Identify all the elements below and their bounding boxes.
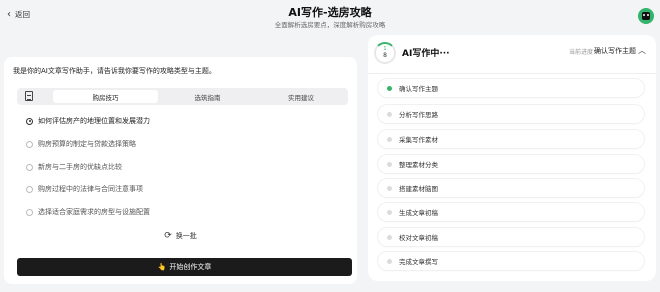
radio-icon [26, 185, 33, 193]
topic-option-label: 新房与二手房的优缺点比较 [38, 163, 122, 171]
top-bar: ‹ 返回 AI写作-选房攻略 全面解析选房要点，深度解析购房攻略 [0, 0, 660, 34]
step-label: 搭建素材脑图 [399, 185, 438, 193]
pointer-hand-icon: 👆 [157, 263, 167, 271]
step-item: 搭建素材脑图 [378, 179, 644, 197]
topic-option[interactable]: 购房过程中的法律与合同注意事项 [26, 184, 143, 194]
document-icon [25, 91, 33, 101]
step-label: 生成文章初稿 [399, 209, 438, 217]
step-label: 分析写作思路 [399, 111, 438, 119]
step-item: 校对文章初稿 [378, 228, 644, 246]
tab-purchase-tips[interactable]: 购房技巧 [53, 90, 158, 103]
step-dot-icon [387, 258, 392, 264]
step-label: 完成文章撰写 [399, 258, 438, 266]
step-dot-icon [387, 234, 392, 240]
radio-icon [26, 208, 33, 216]
topic-selection-card: 我是你的AI文章写作助手，请告诉我你要写作的攻略类型与主题。 购房技巧 选筑指南… [4, 57, 357, 284]
start-writing-button[interactable]: 👆 开始创作文章 [17, 258, 352, 276]
current-progress-value: 确认写作主题 [594, 47, 636, 55]
step-dot-icon [387, 111, 392, 117]
step-item: 分析写作思路 [378, 105, 644, 123]
topic-option[interactable]: 如何评估房产的地理位置和发展潜力 [26, 116, 150, 126]
page-title: AI写作-选房攻略 [288, 6, 372, 19]
topic-option-label: 购房预算的制定与贷款选择策略 [38, 140, 136, 148]
step-dot-icon [387, 209, 392, 215]
topic-option[interactable]: 选择适合家庭需求的房型与设施配置 [26, 207, 150, 217]
tab-practical-advice[interactable]: 实用建议 [257, 90, 345, 103]
progress-ring: 1 8 [374, 42, 396, 64]
writing-progress-panel: 1 8 AI写作中··· 当前进度： 确认写作主题 ︿ 确认写作主题 分析写作思… [368, 35, 656, 281]
step-label: 确认写作主题 [399, 85, 438, 93]
step-label: 整理素材分类 [399, 161, 438, 169]
step-dot-icon [387, 161, 392, 167]
topic-option-label: 选择适合家庭需求的房型与设施配置 [38, 208, 150, 216]
start-writing-label: 开始创作文章 [169, 263, 212, 271]
radio-icon [26, 163, 33, 171]
avatar[interactable] [638, 8, 654, 24]
panel-title: AI写作中··· [402, 49, 450, 59]
category-tabs: 购房技巧 选筑指南 实用建议 [17, 88, 348, 105]
topic-option[interactable]: 购房预算的制定与贷款选择策略 [26, 139, 136, 149]
step-item: 完成文章撰写 [378, 252, 644, 270]
page-subtitle: 全面解析选房要点，深度解析购房攻略 [274, 21, 386, 29]
refresh-button[interactable]: ⟳ 换一批 [4, 231, 357, 241]
refresh-icon: ⟳ [164, 231, 172, 241]
step-dot-icon [387, 136, 392, 142]
step-active-dot-icon [387, 85, 392, 91]
divider [368, 73, 656, 74]
assistant-prompt: 我是你的AI文章写作助手，请告诉我你要写作的攻略类型与主题。 [13, 67, 216, 75]
progress-total: 8 [383, 52, 387, 59]
step-label: 校对文章初稿 [399, 234, 438, 242]
step-item: 采集写作素材 [378, 130, 644, 148]
step-item: 整理素材分类 [378, 155, 644, 173]
step-label: 采集写作素材 [399, 136, 438, 144]
step-dot-icon [387, 185, 392, 191]
step-item: 确认写作主题 [378, 79, 644, 97]
topic-option-label: 如何评估房产的地理位置和发展潜力 [38, 117, 150, 125]
topic-option[interactable]: 新房与二手房的优缺点比较 [26, 162, 122, 172]
radio-selected-icon [26, 117, 33, 125]
tab-selection-guide[interactable]: 选筑指南 [160, 90, 255, 103]
topic-option-label: 购房过程中的法律与合同注意事项 [38, 185, 143, 193]
robot-icon [642, 12, 650, 20]
refresh-label: 换一批 [175, 232, 197, 240]
step-item: 生成文章初稿 [378, 203, 644, 221]
radio-icon [26, 140, 33, 148]
chevron-up-icon[interactable]: ︿ [638, 45, 646, 56]
